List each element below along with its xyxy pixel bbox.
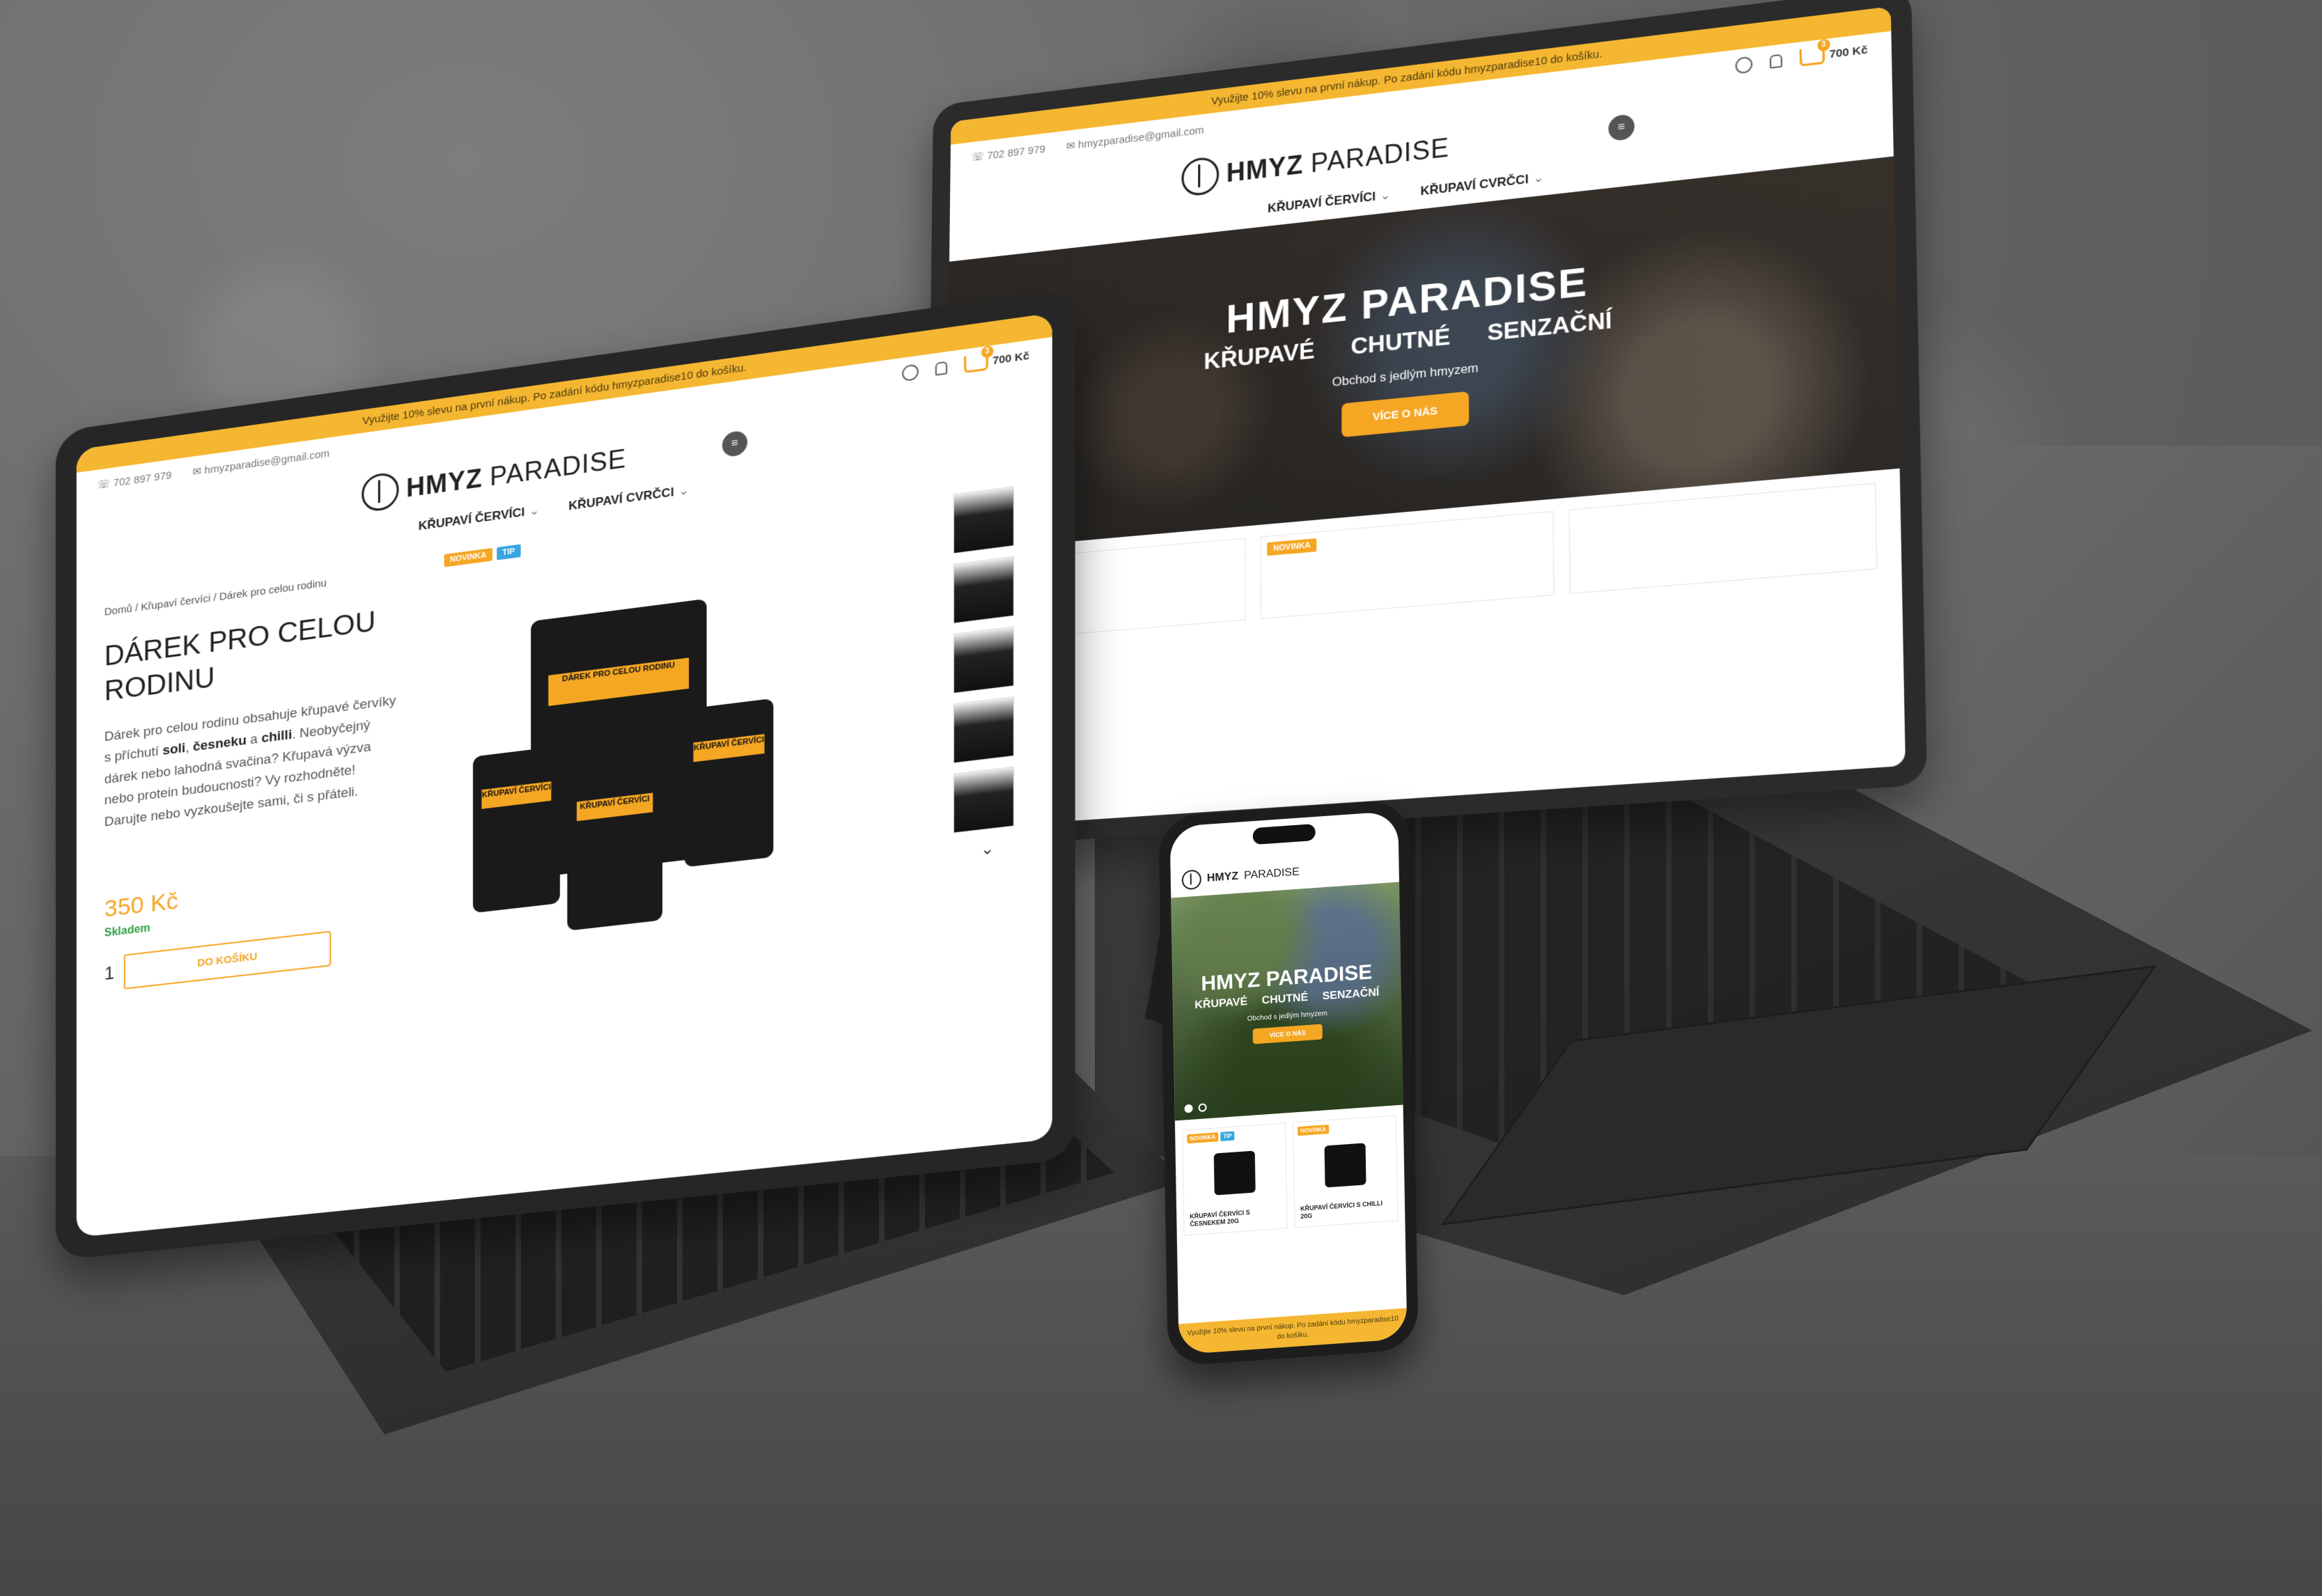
thumbnail[interactable] [953, 696, 1014, 763]
nav-item-label: KŘUPAVÍ CVRČCI [568, 485, 673, 513]
desc-text: a [247, 731, 261, 748]
chevron-down-icon[interactable]: ⌄ [953, 836, 1022, 862]
cart-icon: 3 [964, 353, 988, 373]
nav-item-label: KŘUPAVÍ ČERVÍCI [1268, 189, 1376, 215]
cart-count: 3 [1817, 38, 1830, 52]
badge-tip: TIP [497, 545, 520, 561]
chevron-down-icon: ⌄ [678, 483, 689, 499]
logo-text-bold: HMYZ [1226, 150, 1304, 189]
logo-text-light: PARADISE [490, 444, 626, 492]
product-name: KŘUPAVÍ ČERVÍCI S CHILLI 20G [1300, 1198, 1392, 1221]
about-button[interactable]: VÍCE O NÁS [1253, 1024, 1323, 1045]
product-image[interactable]: NOVINKA TIP DÁREK PRO CELOU RODINU KŘUPA… [423, 483, 931, 947]
pouch: KŘUPAVÍ ČERVÍCI [473, 746, 560, 913]
chevron-down-icon: ⌄ [529, 503, 540, 518]
search-icon[interactable] [1735, 56, 1752, 74]
phone-number: 702 897 979 [114, 469, 172, 489]
phone-icon: ☏ [971, 150, 987, 164]
nav-item-cervici[interactable]: KŘUPAVÍ ČERVÍCI ⌄ [1268, 188, 1391, 217]
quantity-stepper[interactable]: 1 [104, 962, 114, 985]
phone-number: 702 897 979 [987, 143, 1045, 162]
thumbnail-strip: ⌄ [953, 471, 1022, 896]
about-button[interactable]: VÍCE O NÁS [1341, 391, 1469, 437]
cart-icon: 3 [1799, 47, 1825, 67]
palm-logo-icon [1182, 156, 1220, 198]
slider-dot[interactable] [1199, 1103, 1207, 1112]
phone-link[interactable]: ☏ 702 897 979 [98, 468, 172, 491]
hero-banner: HMYZ PARADISE KŘUPAVÉ CHUTNÉ SENZAČNÍ Ob… [1171, 882, 1403, 1121]
thumbnail[interactable] [953, 626, 1014, 694]
cart-button[interactable]: 3 700 Kč [1799, 41, 1868, 66]
product-card[interactable]: NOVINKA TIP KŘUPAVÍ ČERVÍCI S ČESNEKEM 2… [1182, 1122, 1287, 1235]
cart-total: 700 Kč [1829, 44, 1867, 61]
mail-icon: ✉ [1066, 139, 1078, 152]
thumbnail[interactable] [953, 556, 1014, 624]
phone-icon: ☏ [98, 477, 114, 491]
pouch-label: KŘUPAVÍ ČERVÍCI [482, 782, 552, 809]
badge-tip: TIP [1220, 1131, 1235, 1141]
desc-text: , [185, 740, 193, 756]
product-title: DÁREK PRO CELOU RODINU [104, 600, 401, 709]
product-info: Domů / Křupaví červíci / Dárek pro celou… [104, 553, 401, 992]
product-card[interactable]: NOVINKA KŘUPAVÍ ČERVÍCI S CHILLI 20G [1293, 1115, 1398, 1228]
pouch-label: KŘUPAVÍ ČERVÍCI [577, 792, 653, 821]
product-card[interactable] [1568, 483, 1877, 594]
phone-frame: HMYZ PARADISE HMYZ PARADISE KŘUPAVÉ CHUT… [1158, 799, 1418, 1366]
nav-item-cvrcci[interactable]: KŘUPAVÍ CVRČCI ⌄ [1420, 171, 1543, 199]
slider-dots [1185, 1103, 1207, 1113]
phone-link[interactable]: ☏ 702 897 979 [971, 142, 1045, 164]
add-to-cart-button[interactable]: DO KOŠÍKU [124, 931, 331, 989]
desc-salt: soli [162, 741, 185, 758]
cart-count: 3 [981, 345, 993, 359]
pouch: KŘUPAVÍ ČERVÍCI [685, 698, 774, 868]
pouch: KŘUPAVÍ ČERVÍCI [567, 755, 662, 931]
palm-logo-icon [1182, 869, 1201, 890]
product-card[interactable]: NOVINKA [1261, 511, 1554, 619]
menu-icon[interactable]: ≡ [1608, 114, 1635, 141]
logo-text-light: PARADISE [1311, 132, 1449, 179]
product-description: Dárek pro celou rodinu obsahuje křupavé … [104, 689, 401, 833]
pouch-label: KŘUPAVÍ ČERVÍCI [694, 734, 765, 762]
tablet-website: Využijte 10% slevu na první nákup. Po za… [77, 313, 1052, 1237]
logo-text-light: PARADISE [1244, 866, 1300, 883]
account-icon[interactable] [1769, 54, 1782, 68]
palm-logo-icon [362, 471, 399, 513]
account-icon[interactable] [935, 361, 946, 375]
search-icon[interactable] [902, 363, 919, 382]
nav-item-label: KŘUPAVÍ CVRČCI [1420, 172, 1528, 198]
badge-new: NOVINKA [1268, 538, 1317, 556]
product-list: NOVINKA TIP KŘUPAVÍ ČERVÍCI S ČESNEKEM 2… [1175, 1105, 1405, 1246]
desc-chili: chilli [261, 728, 292, 746]
mail-icon: ✉ [193, 464, 205, 478]
logo-text-bold: HMYZ [406, 463, 483, 503]
badge-new: NOVINKA [444, 548, 492, 568]
tablet-frame: Využijte 10% slevu na první nákup. Po za… [56, 288, 1075, 1260]
product-pack-image [1214, 1150, 1256, 1195]
desc-garlic: česneku [193, 733, 247, 755]
badge-new: NOVINKA [1298, 1125, 1329, 1136]
logo-text-bold: HMYZ [1207, 870, 1239, 885]
thumbnail[interactable] [953, 486, 1014, 554]
menu-icon[interactable]: ≡ [722, 430, 747, 457]
laptop-website: Využijte 10% slevu na první nákup. Po za… [943, 6, 1906, 829]
chevron-down-icon: ⌄ [1380, 188, 1391, 203]
slider-dot[interactable] [1185, 1104, 1193, 1113]
gift-bag-label: DÁREK PRO CELOU RODINU [548, 658, 689, 707]
promo-bar: Využijte 10% slevu na první nákup. Po za… [1178, 1308, 1407, 1354]
badge-new: NOVINKA [1187, 1132, 1218, 1143]
cart-total: 700 Kč [992, 350, 1029, 367]
thumbnail[interactable] [953, 767, 1014, 834]
cart-button[interactable]: 3 700 Kč [964, 347, 1029, 373]
product-name: KŘUPAVÍ ČERVÍCI S ČESNEKEM 20G [1190, 1207, 1281, 1230]
chevron-down-icon: ⌄ [1533, 171, 1544, 186]
phone-website: HMYZ PARADISE HMYZ PARADISE KŘUPAVÉ CHUT… [1170, 811, 1408, 1355]
product-pack-image [1325, 1143, 1366, 1187]
